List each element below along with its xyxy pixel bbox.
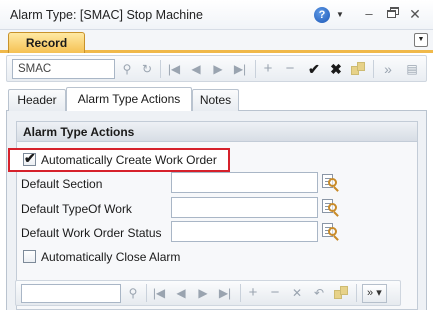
delete-icon[interactable]: ✕	[288, 284, 306, 302]
toolbar-separator	[356, 284, 357, 302]
previous-record-icon[interactable]: ◀	[172, 284, 190, 302]
default-section-input[interactable]	[171, 172, 318, 193]
last-record-icon[interactable]: ▶|	[216, 284, 234, 302]
default-work-order-status-label: Default Work Order Status	[21, 226, 162, 240]
cancel-icon[interactable]: ✖	[327, 60, 345, 78]
collapse-icon[interactable]: ▤	[403, 60, 421, 78]
toolbar-separator	[255, 60, 256, 78]
remove-icon[interactable]: −	[266, 284, 284, 302]
tab-alarm-type-actions[interactable]: Alarm Type Actions	[66, 87, 192, 112]
save-icon[interactable]: ✔	[305, 60, 323, 78]
lookup-icon[interactable]	[320, 197, 340, 217]
attachments-icon[interactable]	[332, 284, 350, 302]
next-record-icon[interactable]: ▶	[209, 60, 227, 78]
window-titlebar: Alarm Type: [SMAC] Stop Machine ? ▼ ‒ ✕	[0, 0, 433, 30]
toolbar-separator	[373, 60, 374, 78]
help-dropdown-icon[interactable]: ▼	[336, 10, 344, 19]
default-section-label: Default Section	[21, 177, 103, 191]
first-record-icon[interactable]: |◀	[165, 60, 183, 78]
add-icon[interactable]: +	[259, 60, 277, 78]
undo-icon[interactable]: ↶	[310, 284, 328, 302]
next-record-icon[interactable]: ▶	[194, 284, 212, 302]
more-label: »	[367, 287, 374, 299]
default-type-of-work-input[interactable]	[171, 197, 318, 218]
tab-header[interactable]: Header	[8, 89, 66, 111]
close-button[interactable]: ✕	[404, 3, 426, 25]
toolbar-separator	[146, 284, 147, 302]
auto-close-alarm-checkbox[interactable]	[23, 250, 36, 263]
last-record-icon[interactable]: ▶|	[231, 60, 249, 78]
panel-menu-icon[interactable]: ▼	[414, 33, 428, 47]
lookup-icon[interactable]	[320, 172, 340, 192]
toolbar-separator	[160, 60, 161, 78]
attachments-icon[interactable]	[349, 60, 367, 78]
more-icon[interactable]: »	[379, 60, 397, 78]
default-type-of-work-label: Default TypeOf Work	[21, 202, 132, 216]
tab-notes[interactable]: Notes	[192, 89, 239, 111]
auto-create-work-order-checkbox[interactable]: ✔	[23, 150, 36, 166]
auto-create-work-order-label: Automatically Create Work Order	[41, 153, 217, 167]
first-record-icon[interactable]: |◀	[150, 284, 168, 302]
help-icon[interactable]: ?	[314, 7, 330, 23]
minimize-button[interactable]: ‒	[358, 3, 380, 25]
tab-record[interactable]: Record	[8, 32, 85, 53]
window-title: Alarm Type: [SMAC] Stop Machine	[10, 8, 203, 22]
default-work-order-status-input[interactable]	[171, 221, 318, 242]
grid-search-input[interactable]	[21, 284, 121, 303]
lookup-icon[interactable]	[320, 221, 340, 241]
checkmark-icon: ✔	[24, 150, 36, 166]
chevron-down-icon: ▾	[376, 287, 382, 299]
restore-button[interactable]	[382, 3, 404, 25]
search-icon[interactable]: ⚲	[118, 60, 136, 78]
auto-close-alarm-label: Automatically Close Alarm	[41, 250, 181, 264]
add-icon[interactable]: +	[244, 284, 262, 302]
previous-record-icon[interactable]: ◀	[187, 60, 205, 78]
record-tabstrip: Record ▼	[0, 30, 433, 53]
detail-tabs: Header Alarm Type Actions Notes	[6, 87, 427, 112]
search-icon[interactable]: ⚲	[124, 284, 142, 302]
refresh-icon[interactable]: ↻	[138, 60, 156, 78]
remove-icon[interactable]: −	[281, 60, 299, 78]
record-toolbar: ⚲ ↻ |◀ ◀ ▶ ▶| + − ✔ ✖ » ▤	[6, 55, 427, 82]
record-search-input[interactable]	[12, 59, 115, 79]
grid-toolbar: ⚲ |◀ ◀ ▶ ▶| + − ✕ ↶ » ▾	[15, 280, 401, 306]
more-button[interactable]: » ▾	[362, 284, 387, 303]
toolbar-separator	[240, 284, 241, 302]
section-title: Alarm Type Actions	[17, 122, 417, 142]
